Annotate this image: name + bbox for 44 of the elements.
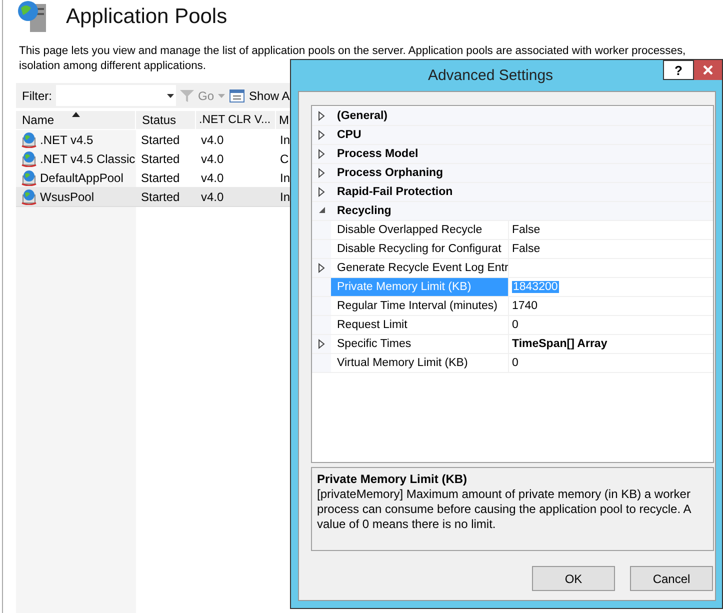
category-name: (General) [336, 109, 388, 124]
property-name: Virtual Memory Limit (KB) [336, 356, 469, 371]
description-title: Private Memory Limit (KB) [317, 472, 468, 487]
category-name: CPU [336, 128, 362, 143]
property-name: Regular Time Interval (minutes) [336, 299, 498, 314]
table-cell-text: v4.0 [200, 150, 225, 168]
description-text: This page lets you view and manage the list of application pools on the server. Application pools are associated with worker processes, [19, 44, 686, 59]
pool-name: .NET v4.5 Classic [40, 152, 136, 166]
table-cell-text: Started [140, 132, 181, 148]
table-cell-text: Started [140, 150, 181, 168]
table-cell-text: v4.0 [200, 132, 225, 148]
description-text: isolation among different applications. [19, 59, 206, 74]
category-name: Rapid-Fail Protection [336, 185, 454, 200]
pool-name: .NET v4.5 [40, 132, 94, 146]
filter-label: Filter: [22, 88, 52, 102]
property-value: TimeSpan[] Array [512, 338, 608, 350]
page-title: Application Pools [66, 5, 228, 29]
table-cell-text: C [279, 150, 290, 168]
table-cell-text: Started [140, 170, 181, 186]
table-cell-text: v4.0 [200, 170, 225, 186]
property-name: Generate Recycle Event Log Entr [336, 261, 508, 276]
table-cell-text: Started [140, 188, 181, 206]
property-value: 1740 [512, 300, 538, 312]
pool-name: WsusPool [40, 190, 94, 204]
property-value: 0 [512, 357, 518, 369]
table-cell-text: v4.0 [200, 188, 225, 206]
category-name: Recycling [336, 204, 392, 219]
property-name: Specific Times [336, 337, 412, 352]
property-value: False [512, 224, 540, 236]
property-name: Disable Overlapped Recycle [336, 223, 484, 238]
table-cell-text: In [279, 188, 290, 206]
category-name: Process Orphaning [336, 166, 444, 181]
table-cell-text: In [279, 132, 290, 148]
dialog-title: Advanced Settings [426, 67, 554, 84]
description-text: [privateMemory] Maximum amount of private memory (in KB) a worker process can consume before causing the application pool to recycle. A value of 0 means there is no limit. [317, 487, 692, 532]
property-value: 1843200 [512, 281, 559, 293]
property-value: False [512, 243, 540, 255]
property-name: Request Limit [336, 318, 408, 333]
property-name: Disable Recycling for Configurat [336, 242, 502, 257]
category-name: Process Model [336, 147, 420, 162]
property-name: Private Memory Limit (KB) [331, 278, 508, 296]
table-cell-text: In [279, 170, 290, 186]
pool-name: DefaultAppPool [40, 170, 124, 184]
property-value: 0 [512, 319, 518, 331]
